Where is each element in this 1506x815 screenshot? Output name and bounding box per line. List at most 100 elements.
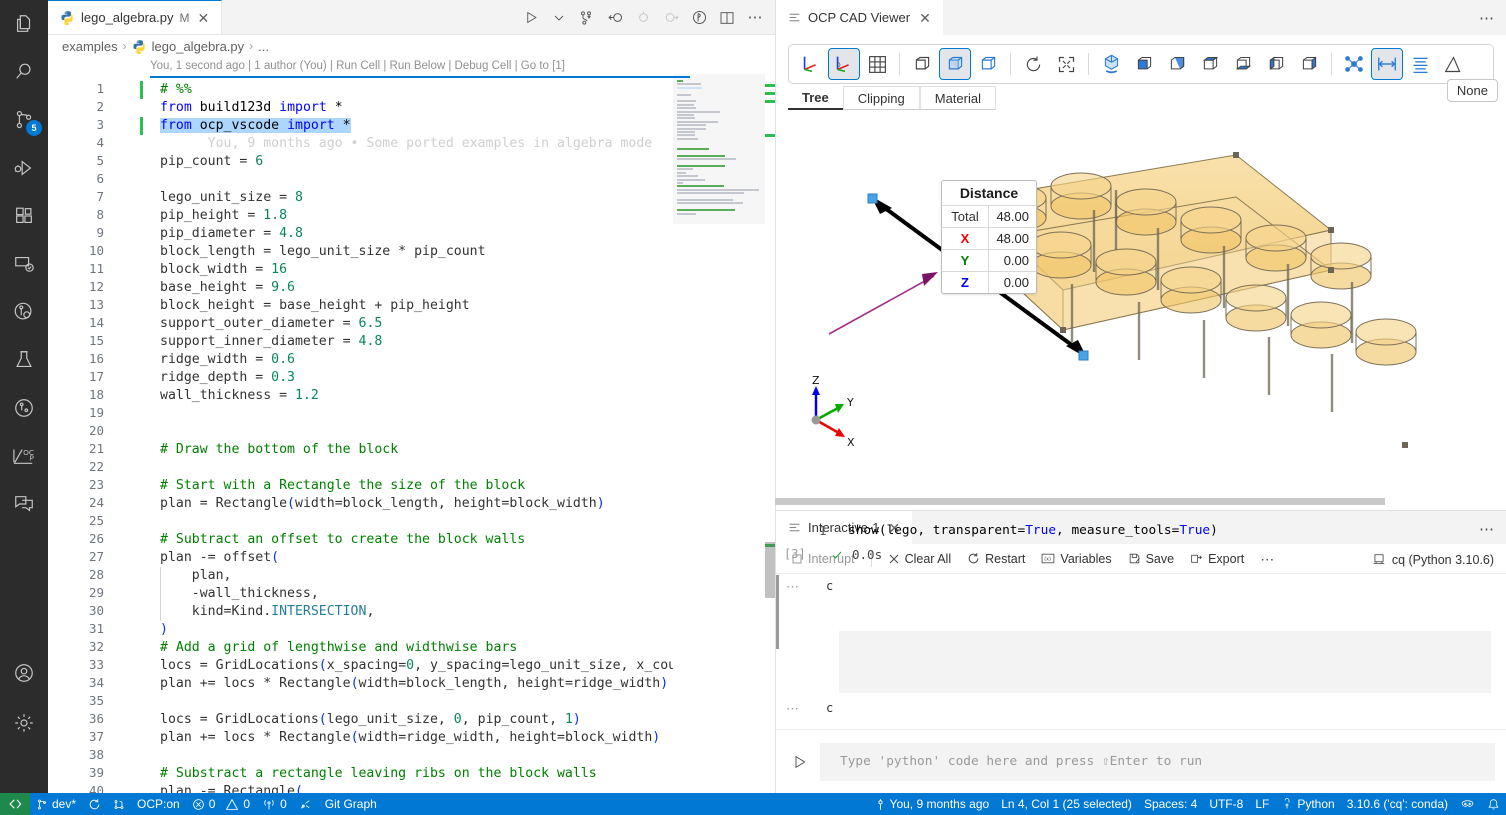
code-line[interactable]: wall_thickness = 1.2 [160,387,319,405]
code-line[interactable]: from ocp_vscode import * [160,117,351,135]
code-line[interactable]: # %% [160,81,192,99]
code-line[interactable]: pip_count = 6 [160,153,263,171]
plane-icon[interactable] [906,48,938,80]
export-button[interactable]: Export [1185,550,1249,568]
sidebar-item-search[interactable] [0,48,48,96]
clear-all-button[interactable]: Clear All [883,550,957,568]
status-sync[interactable] [82,793,107,815]
code-line[interactable]: # Add a grid of lengthwise and widthwise… [160,639,517,657]
sidebar-item-explorer[interactable] [0,0,48,48]
tab-tree[interactable]: Tree [788,86,843,110]
circle-right-icon[interactable] [659,6,683,30]
sidebar-item-source-control[interactable]: 5 [0,96,48,144]
jupyter-run-icon[interactable] [575,6,599,30]
rear-cube-icon[interactable] [1161,48,1193,80]
cad-viewport[interactable]: Z Y X [776,130,1506,490]
front-cube-icon[interactable] [1128,48,1160,80]
status-git-blame[interactable]: You, 9 months ago [869,793,996,815]
breadcrumb-symbol[interactable]: ... [258,39,269,54]
code-editor[interactable]: 1 2 3 4 5 6 7 8 9 10 11 12 13 14 15 16 17 18 19 20 21 22 23 24 2… [48,74,775,793]
black-edges-icon[interactable] [972,48,1004,80]
editor-tab-lego-algebra[interactable]: lego_algebra.py M ✕ [48,0,223,34]
minimap[interactable] [673,74,765,793]
editor-vertical-scrollbar[interactable] [765,542,775,598]
settings-gear-button[interactable] [0,699,48,747]
top-cube-icon[interactable] [1194,48,1226,80]
overview-ruler[interactable] [765,74,775,793]
remote-indicator[interactable] [0,793,30,815]
kernel-selector[interactable]: cq (Python 3.10.6) [1372,545,1494,575]
distance-icon[interactable] [1371,48,1403,80]
code-line[interactable]: block_height = base_height + pip_height [160,297,470,315]
code-line[interactable]: support_inner_diameter = 4.8 [160,333,382,351]
code-line[interactable]: # Start with a Rectangle the size of the… [160,477,525,495]
collapsed-cell-prompt[interactable]: ⋯ [786,701,800,717]
stop-circle-icon[interactable] [687,6,711,30]
code-line[interactable]: plan += locs * Rectangle(width=block_len… [160,675,668,693]
grid-icon[interactable] [861,48,893,80]
circle-left-icon[interactable] [631,6,655,30]
code-line[interactable]: ) [160,621,168,639]
right-cube-icon[interactable] [1293,48,1325,80]
code-line[interactable]: # Draw the bottom of the block [160,441,398,459]
status-branch[interactable]: dev* [30,793,82,815]
explode-icon[interactable] [1338,48,1370,80]
code-line[interactable]: from build123d import * [160,99,343,117]
ellipsis-icon[interactable]: ⋯ [743,6,767,30]
code-line[interactable]: plan -= Rectangle( [160,783,303,793]
status-indentation[interactable]: Spaces: 4 [1138,793,1203,815]
code-line[interactable]: # Subtract an offset to create the block… [160,531,525,549]
status-ports[interactable]: 0 [256,793,293,815]
accounts-button[interactable] [0,649,48,697]
code-line[interactable]: base_height = 9.6 [160,279,295,297]
interactive-more-actions[interactable]: ⋯ [1479,511,1494,546]
status-python-interpreter[interactable]: 3.10.6 ('cq': conda) [1341,793,1454,815]
sidebar-item-remote-explorer[interactable] [0,240,48,288]
code-line[interactable]: support_outer_diameter = 6.5 [160,315,382,333]
status-cursor-position[interactable]: Ln 4, Col 1 (25 selected) [995,793,1138,815]
code-line[interactable]: plan = Rectangle(width=block_length, hei… [160,495,605,513]
status-eol[interactable]: LF [1249,793,1275,815]
ocp-more-actions[interactable]: ⋯ [1479,0,1494,35]
selection-badge[interactable]: None [1446,79,1498,102]
status-screencast[interactable] [1454,793,1481,815]
code-line[interactable]: plan -= offset( [160,549,279,567]
sidebar-item-jupyter[interactable] [0,336,48,384]
split-editor-icon[interactable] [715,6,739,30]
bottom-cube-icon[interactable] [1227,48,1259,80]
more-toolbar-actions[interactable]: ⋯ [1255,550,1279,568]
code-line[interactable]: You, 9 months ago • Some ported examples… [160,135,653,153]
reset-rotate-icon[interactable] [1017,48,1049,80]
chevron-down-icon[interactable] [547,6,571,30]
viewer-horizontal-scrollbar[interactable] [775,498,1385,505]
code-line[interactable]: plan, [160,567,232,585]
code-line[interactable]: -wall_thickness, [160,585,319,603]
code-line[interactable]: ridge_depth = 0.3 [160,369,295,387]
code-lens[interactable]: You, 1 second ago | 1 author (You) | Run… [48,57,775,74]
code-line[interactable]: block_width = 16 [160,261,287,279]
expand-icon[interactable] [1050,48,1082,80]
left-cube-icon[interactable] [1260,48,1292,80]
iso-cube-icon[interactable] [1095,48,1127,80]
status-encoding[interactable]: UTF-8 [1203,793,1249,815]
code-line[interactable]: block_length = lego_unit_size * pip_coun… [160,243,486,261]
code-line[interactable]: locs = GridLocations(lego_unit_size, 0, … [160,711,581,729]
save-button[interactable]: Save [1123,550,1180,568]
sidebar-item-run-and-debug[interactable] [0,144,48,192]
properties-icon[interactable] [1404,48,1436,80]
sidebar-item-python-envs[interactable] [0,384,48,432]
transparent-cube-icon[interactable] [939,48,971,80]
tab-material[interactable]: Material [919,86,996,110]
code-line[interactable]: pip_diameter = 4.8 [160,225,303,243]
angle-icon[interactable] [1437,48,1469,80]
sidebar-item-testing[interactable] [0,288,48,336]
collapsed-cell-prompt[interactable]: ⋯ [786,579,800,595]
code-line[interactable]: # Substract a rectangle leaving ribs on … [160,765,597,783]
status-language-mode[interactable]: Python [1275,793,1340,815]
status-ocp[interactable]: OCP:on [131,793,186,815]
arrow-left-circle-icon[interactable] [603,6,627,30]
close-icon[interactable]: ✕ [917,11,933,25]
play-icon[interactable] [519,6,543,30]
breadcrumb-folder[interactable]: examples [62,39,118,54]
lego-block-model[interactable]: Z Y X [776,130,1506,490]
